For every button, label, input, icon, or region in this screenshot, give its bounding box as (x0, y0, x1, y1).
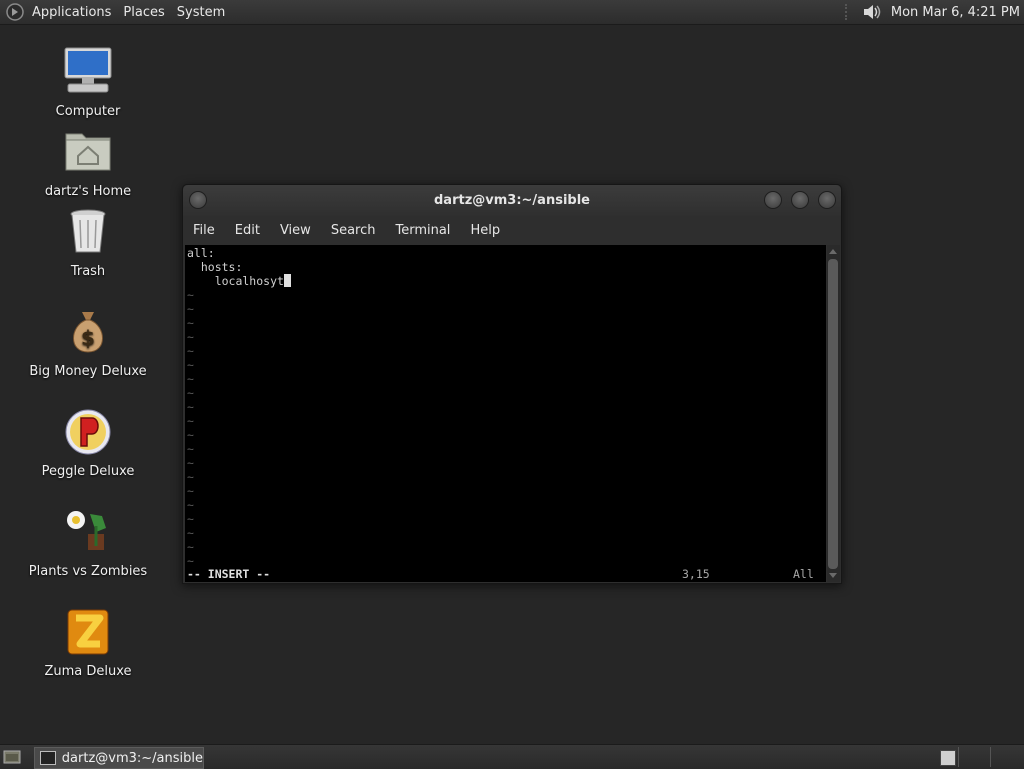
vim-tilde-line: ~ (187, 386, 194, 400)
vim-tilde-line: ~ (187, 526, 194, 540)
top-panel: Applications Places System Mon Mar 6, 4:… (0, 0, 1024, 25)
vim-tilde-line: ~ (187, 512, 194, 526)
desktop-icon-label: Zuma Deluxe (44, 664, 132, 679)
desktop-icon-label: Big Money Deluxe (29, 364, 147, 379)
menu-applications[interactable]: Applications (26, 5, 117, 20)
text-cursor (283, 274, 291, 287)
terminal-menubar: File Edit View Search Terminal Help (183, 216, 841, 244)
desktop-icon-trash[interactable]: Trash (28, 206, 148, 279)
vim-tilde-line: ~ (187, 498, 194, 512)
desktop-icon-peggle[interactable]: Peggle Deluxe (28, 406, 148, 479)
terminal-window[interactable]: dartz@vm3:~/ansible File Edit View Searc… (182, 184, 842, 584)
vim-tilde-line: ~ (187, 456, 194, 470)
svg-text:$: $ (81, 326, 95, 350)
workspace-1[interactable] (940, 750, 956, 766)
volume-icon[interactable] (861, 3, 883, 21)
vim-tilde-line: ~ (187, 330, 194, 344)
vim-tilde-line: ~ (187, 344, 194, 358)
menu-file[interactable]: File (183, 223, 225, 238)
vim-tilde-line: ~ (187, 372, 194, 386)
vim-tilde-line: ~ (187, 288, 194, 302)
scrollbar-thumb[interactable] (828, 259, 838, 569)
vim-tilde-line: ~ (187, 400, 194, 414)
desktop-icon-label: Trash (70, 264, 106, 279)
taskbar-terminal-button[interactable]: dartz@vm3:~/ansible (34, 747, 204, 769)
vim-tilde-line: ~ (187, 554, 194, 568)
vim-tilde-line: ~ (187, 428, 194, 442)
scroll-down-icon[interactable] (829, 573, 837, 578)
terminal-content[interactable]: all: hosts: localhosyt ~ ~ ~ ~ ~ ~ ~ ~ ~ ~ ~ ~ ~ ~ ~ ~ ~… (185, 245, 826, 582)
desktop-icon-home[interactable]: dartz's Home (28, 126, 148, 199)
home-folder-icon (65, 133, 111, 171)
workspace-divider (990, 747, 991, 767)
desktop-icon-label: Peggle Deluxe (41, 464, 135, 479)
scroll-position: All (793, 567, 814, 581)
vim-tilde-line: ~ (187, 484, 194, 498)
desktop-icon-label: dartz's Home (44, 184, 132, 199)
menu-places[interactable]: Places (117, 5, 170, 20)
minimize-button[interactable] (764, 191, 782, 209)
trash-icon (70, 209, 106, 253)
menu-terminal[interactable]: Terminal (385, 223, 460, 238)
vim-tilde-line: ~ (187, 442, 194, 456)
vim-tilde-line: ~ (187, 358, 194, 372)
maximize-button[interactable] (791, 191, 809, 209)
menu-view[interactable]: View (270, 223, 321, 238)
desktop-icon-label: Computer (55, 104, 121, 119)
vim-tilde-line: ~ (187, 302, 194, 316)
app-menu-logo-icon[interactable] (6, 3, 24, 21)
terminal-scrollbar[interactable] (827, 245, 840, 582)
panel-handle (844, 4, 851, 20)
terminal-icon (40, 751, 56, 765)
plants-vs-zombies-icon (67, 511, 106, 550)
terminal-line: hosts: (187, 260, 243, 274)
zuma-icon (67, 609, 109, 655)
vim-tilde-line: ~ (187, 540, 194, 554)
cursor-position: 3,15 (682, 567, 710, 581)
panel-tray: Mon Mar 6, 4:21 PM (844, 0, 1024, 24)
desktop-icon-big-money[interactable]: $ Big Money Deluxe (28, 306, 148, 379)
terminal-line: localhosyt (187, 274, 291, 288)
vim-mode-indicator: -- INSERT -- (187, 567, 271, 581)
taskbar-button-label: dartz@vm3:~/ansible (61, 750, 203, 766)
desktop-icon-zuma[interactable]: Zuma Deluxe (28, 606, 148, 679)
desktop-icon-computer[interactable]: Computer (28, 46, 148, 119)
clock[interactable]: Mon Mar 6, 4:21 PM (891, 5, 1020, 20)
scroll-up-icon[interactable] (829, 249, 837, 254)
vim-tilde-line: ~ (187, 470, 194, 484)
desktop-icon-label: Plants vs Zombies (28, 564, 148, 579)
desktop-icon-plants-vs-zombies[interactable]: Plants vs Zombies (28, 506, 148, 579)
vim-tilde-line: ~ (187, 414, 194, 428)
show-desktop-icon[interactable] (3, 749, 21, 765)
menu-edit[interactable]: Edit (225, 223, 270, 238)
peggle-icon (65, 409, 111, 455)
money-bag-icon: $ (73, 312, 103, 353)
vim-tilde-line: ~ (187, 316, 194, 330)
menu-system[interactable]: System (171, 5, 231, 20)
bottom-panel: dartz@vm3:~/ansible (0, 744, 1024, 769)
terminal-line: all: (187, 246, 215, 260)
terminal-line-text: localhosyt (187, 274, 284, 288)
window-title: dartz@vm3:~/ansible (434, 193, 590, 208)
computer-icon (64, 47, 112, 93)
menu-help[interactable]: Help (460, 223, 510, 238)
menu-search[interactable]: Search (321, 223, 386, 238)
close-button[interactable] (818, 191, 836, 209)
window-titlebar[interactable]: dartz@vm3:~/ansible (183, 185, 841, 216)
